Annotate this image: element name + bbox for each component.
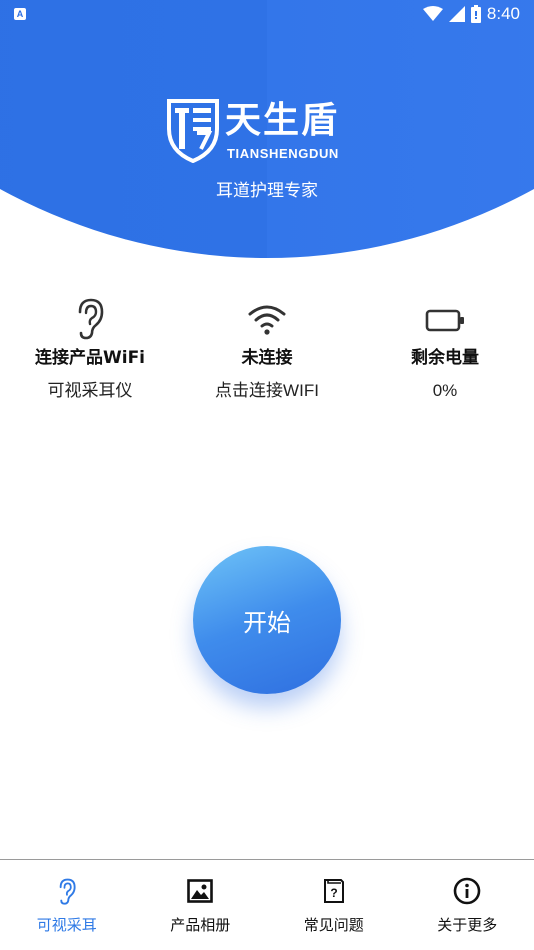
tab-label: 常见问题: [303, 916, 364, 934]
ear-icon: [59, 878, 76, 905]
bottom-navigation: 可视采耳 产品相册 ? 常见问题 关于更多: [0, 859, 534, 950]
shield-logo-icon: [167, 99, 219, 163]
info-subtitle: 可视采耳仪: [47, 381, 133, 400]
ear-icon: [78, 298, 104, 340]
tab-visual-ear-cleaning[interactable]: 可视采耳: [0, 860, 134, 950]
info-title: 连接产品WiFi: [34, 348, 146, 368]
info-title: 剩余电量: [411, 348, 479, 368]
tab-product-album[interactable]: 产品相册: [134, 860, 268, 950]
status-info-row: 连接产品WiFi 可视采耳仪 未连接 点击连接WIFI 剩余电量 0%: [0, 296, 534, 426]
brand-logo: 天生盾 TIANSHENGDUN: [167, 99, 367, 163]
info-subtitle: 0%: [432, 381, 458, 400]
wifi-icon: [248, 305, 286, 335]
cell-signal-icon: [448, 6, 465, 22]
tab-label: 产品相册: [170, 916, 231, 934]
battery-status-icon: [470, 5, 481, 23]
info-subtitle: 点击连接WIFI: [215, 381, 319, 400]
slogan: 耳道护理专家: [216, 181, 318, 201]
start-button[interactable]: 开始: [193, 546, 341, 694]
image-icon: [187, 879, 214, 903]
wifi-signal-icon: [422, 6, 443, 21]
wifi-status-card[interactable]: 未连接 点击连接WIFI: [177, 296, 357, 402]
start-button-label: 开始: [243, 608, 291, 637]
tab-faq[interactable]: ? 常见问题: [267, 860, 401, 950]
info-title: 未连接: [241, 348, 293, 368]
wifi-connect-card[interactable]: 连接产品WiFi 可视采耳仪: [0, 296, 180, 402]
tab-label: 关于更多: [437, 916, 498, 934]
question-icon: ?: [323, 879, 344, 903]
battery-card: 剩余电量 0%: [355, 296, 534, 402]
logo-text: 天生盾: [225, 100, 340, 141]
status-time: 8:40: [486, 4, 520, 23]
logo-subtext: TIANSHENGDUN: [227, 146, 339, 161]
battery-icon: [425, 309, 464, 332]
notification-icon: A: [14, 8, 26, 20]
svg-text:?: ?: [330, 886, 337, 900]
info-icon: [453, 877, 481, 905]
tab-label: 可视采耳: [36, 916, 97, 934]
status-bar: A 8:40: [0, 0, 534, 28]
tab-about[interactable]: 关于更多: [401, 860, 534, 950]
